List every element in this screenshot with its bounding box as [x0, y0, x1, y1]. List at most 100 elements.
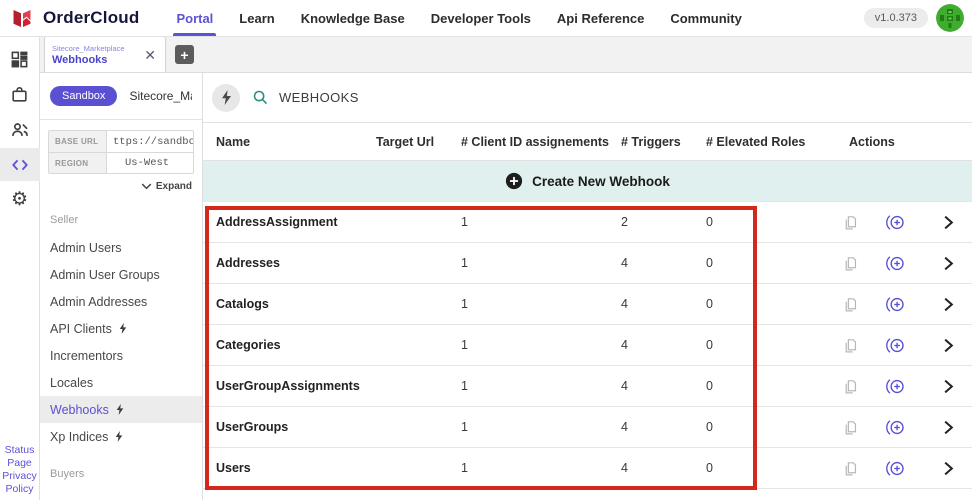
user-avatar[interactable]: [936, 4, 964, 32]
add-assignment-icon[interactable]: [885, 295, 906, 314]
create-new-webhook-label: Create New Webhook: [532, 174, 670, 189]
environment-badge[interactable]: Sandbox: [50, 86, 117, 106]
create-new-webhook-button[interactable]: Create New Webhook: [203, 161, 972, 202]
sidebar-item-label: Admin Addresses: [50, 295, 147, 309]
nav-item[interactable]: Learn: [226, 0, 287, 36]
nav-item[interactable]: Community: [657, 0, 755, 36]
add-assignment-icon[interactable]: [885, 336, 906, 355]
chevron-right-icon[interactable]: [943, 338, 954, 353]
cell-name: UserGroupAssignments: [203, 379, 368, 393]
webhook-table-row[interactable]: Catalogs 1 4 0: [203, 284, 972, 325]
cell-client-id-assignments: 1: [453, 256, 613, 270]
search-value[interactable]: WEBHOOKS: [279, 90, 359, 105]
sidebar-item-label: Xp Indices: [50, 430, 108, 444]
webhook-table-row[interactable]: Addresses 1 4 0: [203, 243, 972, 284]
row-actions: [828, 418, 972, 437]
copy-icon[interactable]: [842, 378, 859, 395]
cell-name: Catalogs: [203, 297, 368, 311]
tab-webhooks[interactable]: Sitecore_Marketplace Webhooks ✕: [44, 36, 166, 72]
header-right: v1.0.373: [864, 4, 972, 32]
brand[interactable]: OrderCloud: [0, 6, 139, 30]
tab-text: Sitecore_Marketplace Webhooks: [52, 44, 142, 66]
add-assignment-icon[interactable]: [885, 459, 906, 478]
cell-name: Addresses: [203, 256, 368, 270]
nav-item[interactable]: Knowledge Base: [288, 0, 418, 36]
code-console-icon[interactable]: [0, 148, 40, 181]
webhook-table-row[interactable]: Categories 1 4 0: [203, 325, 972, 366]
org-name: Sitecore_Mar...: [129, 89, 192, 103]
plus-circle-icon: [505, 172, 523, 190]
sidebar-item[interactable]: Xp Indices: [40, 423, 202, 450]
dashboard-icon[interactable]: [0, 43, 40, 76]
nav-item[interactable]: Portal: [163, 0, 226, 36]
cell-client-id-assignments: 1: [453, 379, 613, 393]
table-header-row: Name Target Url # Client ID assignements…: [203, 122, 972, 161]
search-icon: [252, 89, 269, 106]
sidebar-item[interactable]: Admin Addresses: [40, 288, 202, 315]
copy-icon[interactable]: [842, 337, 859, 354]
status-page-link[interactable]: Status Page: [0, 444, 39, 470]
webhook-table-row[interactable]: UserGroupAssignments 1 4 0: [203, 366, 972, 407]
cell-client-id-assignments: 1: [453, 297, 613, 311]
sidebar-item-label: Locales: [50, 376, 93, 390]
cell-client-id-assignments: 1: [453, 215, 613, 229]
privacy-policy-link[interactable]: Privacy Policy: [0, 470, 39, 496]
nav-item[interactable]: Api Reference: [544, 0, 657, 36]
sidebar-item[interactable]: Admin Users: [40, 234, 202, 261]
copy-icon[interactable]: [842, 460, 859, 477]
sidebar-item[interactable]: Incrementors: [40, 342, 202, 369]
chevron-right-icon[interactable]: [943, 379, 954, 394]
add-assignment-icon[interactable]: [885, 213, 906, 232]
add-assignment-icon[interactable]: [885, 418, 906, 437]
expand-toggle[interactable]: Expand: [40, 181, 192, 192]
sidebar-section-buyers: Buyers: [40, 450, 202, 488]
webhook-table-row[interactable]: UserGroups 1 4 0: [203, 407, 972, 448]
row-actions: [828, 295, 972, 314]
nav-item-label: Api Reference: [557, 11, 644, 26]
copy-icon[interactable]: [842, 419, 859, 436]
users-icon[interactable]: [0, 113, 40, 146]
settings-gear-icon[interactable]: ⚙: [0, 183, 40, 216]
cell-elevated-roles: 0: [698, 215, 828, 229]
lightning-bolt-icon: [115, 431, 123, 442]
copy-icon[interactable]: [842, 255, 859, 272]
row-actions: [828, 254, 972, 273]
region-value: Us-West: [107, 153, 193, 173]
sidebar-item[interactable]: Locales: [40, 369, 202, 396]
sidebar-item-list: Admin Users Admin User Groups Admin Addr…: [40, 234, 202, 450]
webhook-table-row[interactable]: AddressAssignment 1 2 0: [203, 202, 972, 243]
webhook-table-row[interactable]: Users 1 4 0: [203, 448, 972, 489]
context-sidebar: Sandbox Sitecore_Mar... BASE URL ttps://…: [40, 73, 203, 500]
base-url-value: ttps://sandboxapi: [107, 131, 193, 152]
copy-icon[interactable]: [842, 296, 859, 313]
chevron-right-icon[interactable]: [943, 256, 954, 271]
storefront-icon[interactable]: [0, 78, 40, 111]
chevron-right-icon[interactable]: [943, 297, 954, 312]
sidebar-item[interactable]: API Clients: [40, 315, 202, 342]
lightning-bolt-button[interactable]: [212, 84, 240, 112]
add-assignment-icon[interactable]: [885, 377, 906, 396]
row-actions: [828, 213, 972, 232]
sidebar-section-seller: Seller: [40, 192, 202, 234]
row-actions: [828, 336, 972, 355]
cell-elevated-roles: 0: [698, 297, 828, 311]
row-actions: [828, 377, 972, 396]
sidebar-item[interactable]: Webhooks: [40, 396, 202, 423]
nav-item-label: Portal: [176, 11, 213, 26]
copy-icon[interactable]: [842, 214, 859, 231]
search-bar[interactable]: WEBHOOKS: [252, 89, 359, 106]
add-assignment-icon[interactable]: [885, 254, 906, 273]
table-body: AddressAssignment 1 2 0: [203, 202, 972, 489]
cell-elevated-roles: 0: [698, 420, 828, 434]
chevron-right-icon[interactable]: [943, 420, 954, 435]
chevron-right-icon[interactable]: [943, 461, 954, 476]
version-badge: v1.0.373: [864, 8, 928, 28]
sidebar-item[interactable]: Admin User Groups: [40, 261, 202, 288]
tab-close-icon[interactable]: ✕: [142, 48, 158, 62]
add-tab-button[interactable]: +: [175, 45, 194, 64]
chevron-right-icon[interactable]: [943, 215, 954, 230]
sidebar-item-label: API Clients: [50, 322, 112, 336]
tab-title-label: Webhooks: [52, 54, 142, 66]
cell-triggers: 4: [613, 256, 698, 270]
nav-item[interactable]: Developer Tools: [418, 0, 544, 36]
